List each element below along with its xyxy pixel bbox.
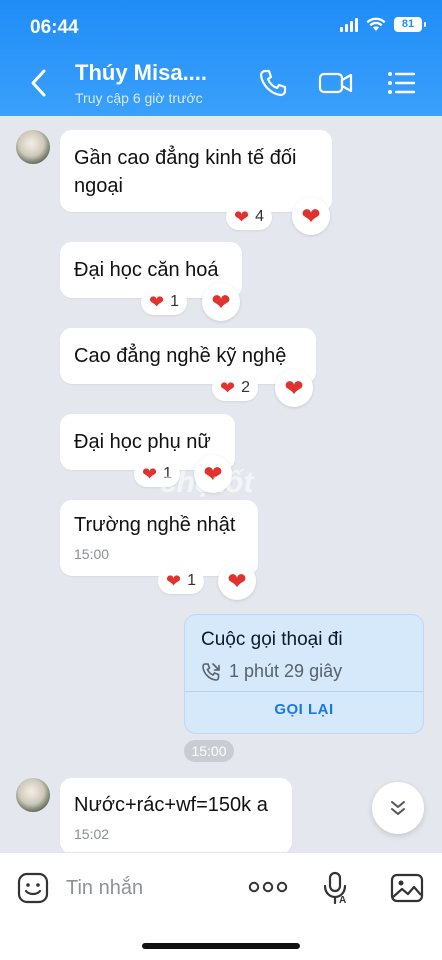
heart-icon: ❤ xyxy=(220,378,236,398)
status-indicators: 81 xyxy=(340,17,426,32)
reaction-count-value: 2 xyxy=(241,379,250,396)
back-arrow-icon[interactable] xyxy=(28,68,50,98)
message-text: Cao đẳng nghề kỹ nghệ xyxy=(74,345,287,367)
outgoing-call-icon xyxy=(202,662,220,681)
message-input[interactable]: Tin nhắn xyxy=(66,877,143,900)
svg-text:A: A xyxy=(339,895,346,905)
heart-icon: ❤ xyxy=(211,288,231,315)
reaction-count[interactable]: ❤ 2 xyxy=(212,375,258,401)
home-indicator xyxy=(142,943,300,949)
message-time: 15:02 xyxy=(74,826,110,842)
reaction-count[interactable]: ❤ 1 xyxy=(141,289,187,315)
react-heart-button[interactable]: ❤ xyxy=(202,283,240,321)
message-bubble[interactable]: Nước+rác+wf=150k a 15:02 xyxy=(60,778,292,854)
double-chevron-down-icon xyxy=(391,801,405,815)
heart-icon: ❤ xyxy=(227,567,247,594)
message-text: Đại học căn hoá xyxy=(74,259,219,281)
outgoing-call-card[interactable]: Cuộc gọi thoại đi 1 phút 29 giây GỌI LẠI xyxy=(184,614,424,734)
contact-name[interactable]: Thúy Misa.... xyxy=(75,60,207,86)
contact-avatar[interactable] xyxy=(16,130,50,164)
call-back-button[interactable]: GỌI LẠI xyxy=(185,701,423,718)
time-separator: 15:00 xyxy=(184,740,234,762)
contact-avatar[interactable] xyxy=(16,778,50,812)
more-options-icon[interactable] xyxy=(248,879,288,895)
watermark-logo: chợtốt xyxy=(160,466,254,499)
reaction-count-value: 4 xyxy=(255,208,264,225)
heart-icon: ❤ xyxy=(234,207,250,227)
message-text: Gần cao đẳng kinh tế đối ngoại xyxy=(74,147,297,197)
heart-icon: ❤ xyxy=(149,292,165,312)
composer-bar: Tin nhắn A xyxy=(0,852,442,960)
heart-icon: ❤ xyxy=(284,374,304,401)
video-call-icon[interactable] xyxy=(318,68,354,98)
message-text: Đại học phụ nữ xyxy=(74,431,211,453)
reaction-count-value: 1 xyxy=(170,293,179,310)
phone-call-icon[interactable] xyxy=(258,68,288,98)
reaction-count[interactable]: ❤ 4 xyxy=(226,204,272,230)
message-time: 15:00 xyxy=(74,546,110,562)
heart-icon: ❤ xyxy=(301,202,321,229)
wifi-icon xyxy=(366,17,386,31)
status-time: 06:44 xyxy=(30,17,79,38)
call-duration: 1 phút 29 giây xyxy=(201,661,342,682)
message-bubble[interactable]: Cao đẳng nghề kỹ nghệ xyxy=(60,328,316,384)
chat-header: 06:44 81 Thúy Misa.... Truy cập 6 giờ tr… xyxy=(0,0,442,116)
call-title: Cuộc gọi thoại đi xyxy=(201,629,343,650)
message-text: Nước+rác+wf=150k a xyxy=(74,794,268,816)
message-text: Trường nghề nhật xyxy=(74,514,236,536)
reaction-count[interactable]: ❤ 1 xyxy=(158,568,204,594)
scroll-to-bottom-button[interactable] xyxy=(372,782,424,834)
last-seen-status: Truy cập 6 giờ trước xyxy=(75,90,203,106)
message-bubble[interactable]: Gần cao đẳng kinh tế đối ngoại xyxy=(60,130,332,212)
sticker-icon[interactable] xyxy=(16,871,50,905)
call-duration-text: 1 phút 29 giây xyxy=(229,661,343,681)
signal-icon xyxy=(340,17,358,32)
menu-icon[interactable] xyxy=(386,68,416,98)
heart-icon: ❤ xyxy=(142,464,158,484)
heart-icon: ❤ xyxy=(166,571,182,591)
image-gallery-icon[interactable] xyxy=(390,871,424,905)
react-heart-button[interactable]: ❤ xyxy=(292,197,330,235)
react-heart-button[interactable]: ❤ xyxy=(275,369,313,407)
reaction-count-value: 1 xyxy=(187,572,196,589)
react-heart-button[interactable]: ❤ xyxy=(218,562,256,600)
battery-icon: 81 xyxy=(394,17,426,32)
voice-input-icon[interactable]: A xyxy=(320,871,350,905)
divider xyxy=(185,691,423,692)
